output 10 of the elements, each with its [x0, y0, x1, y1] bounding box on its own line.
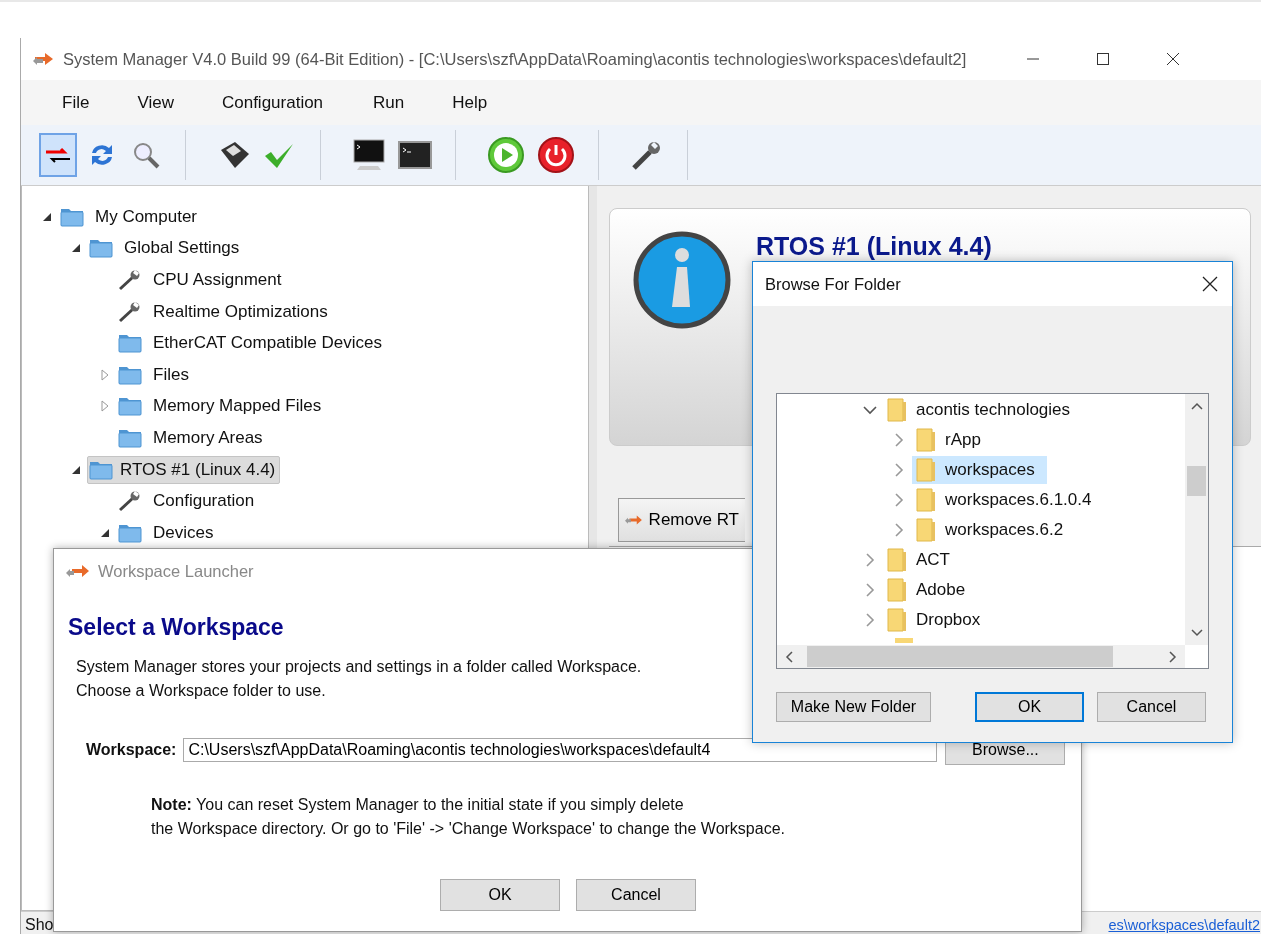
window-title: System Manager V4.0 Build 99 (64-Bit Edition) - [C:\Users\szf\AppData\Roaming\acontis technologies\workspaces\default2] — [63, 49, 967, 69]
description-text: Choose a Workspace folder to use. — [76, 681, 326, 701]
info-title: RTOS #1 (Linux 4.4) — [756, 231, 992, 261]
dialog-title: Browse For Folder — [765, 274, 901, 294]
field-label: Workspace: — [86, 741, 177, 759]
description-text: System Manager stores your projects and settings in a folder called Workspace. — [76, 657, 642, 677]
status-text: Sho — [25, 916, 54, 934]
dialog-title: Workspace Launcher — [98, 561, 254, 581]
note-text: Note: You can reset System Manager to the initial state if you simply delete the Workspace directory. Or go to 'File' -> 'Change Workspace' to change the Workspace. — [151, 795, 785, 839]
dialog-heading: Select a Workspace — [68, 614, 284, 641]
